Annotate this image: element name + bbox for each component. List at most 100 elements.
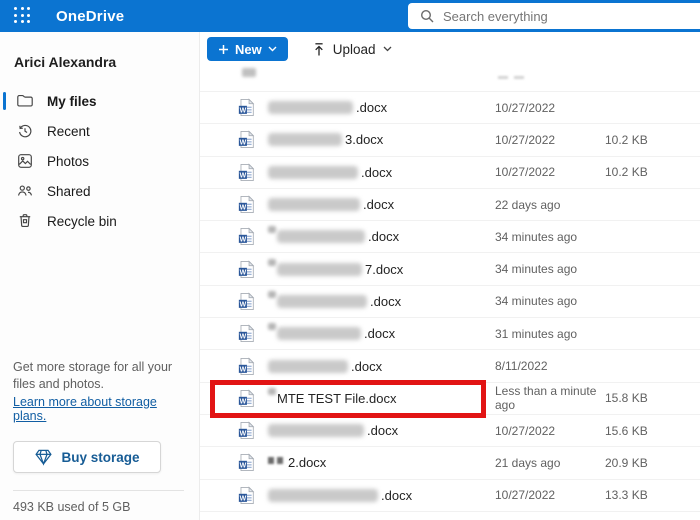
file-size: 10.2 KB [605,133,700,147]
file-name-cell: .docx [268,326,495,341]
buy-storage-button[interactable]: Buy storage [13,441,161,473]
file-date: 22 days ago [495,198,605,212]
svg-text:W: W [240,301,247,308]
photos-icon [16,152,34,170]
file-name-cell: .docx [268,100,495,115]
search-box[interactable] [408,3,700,29]
svg-text:W: W [240,107,247,114]
file-row[interactable]: W 3.docx 10/27/2022 10.2 KB [200,124,700,156]
redacted-name-blur [277,230,365,243]
file-name-cell: .docx [268,423,495,438]
file-name: .docx [356,100,387,115]
file-size: 13.3 KB [605,488,700,502]
word-doc-icon: W [238,260,255,279]
command-bar: New Upload [200,32,700,66]
word-doc-icon: W [238,130,255,149]
redacted-name-blur [277,295,367,308]
trash-icon [16,212,34,230]
file-name: 3.docx [345,132,383,147]
svg-text:W: W [240,333,247,340]
partial-date-blur [498,76,508,79]
word-doc-icon: W [238,163,255,182]
file-name: .docx [363,197,394,212]
file-row[interactable]: W .docx 10/27/2022 [200,92,700,124]
file-date: Less than a minute ago [495,384,605,412]
superscript-mark [268,323,276,330]
superscript-mark [268,259,276,266]
file-row[interactable]: W 7.docx 34 minutes ago [200,253,700,285]
new-button[interactable]: New [207,37,288,61]
word-doc-icon: W [238,357,255,376]
file-name: .docx [368,229,399,244]
sidebar-item-label: Photos [47,154,89,169]
sidebar-item-label: Recycle bin [47,214,117,229]
file-name-cell: 2.docx [268,455,495,470]
top-app-bar: OneDrive [0,0,700,32]
file-date: 8/11/2022 [495,359,605,373]
word-doc-icon: W [238,421,255,440]
file-row[interactable]: W .docx 31 minutes ago [200,318,700,350]
file-name-cell: .docx [268,359,495,374]
upload-button[interactable]: Upload [312,42,392,57]
redacted-name-blur [268,198,360,211]
svg-text:W: W [240,172,247,179]
file-date: 34 minutes ago [495,230,605,244]
word-doc-icon: W [238,389,255,408]
svg-text:W: W [240,237,247,244]
file-row[interactable]: W MTE TEST File.docx Less than a minute … [200,383,700,415]
file-date: 10/27/2022 [495,424,605,438]
file-row[interactable]: W .docx 34 minutes ago [200,221,700,253]
svg-text:W: W [240,398,247,405]
file-name: .docx [370,294,401,309]
file-size: 15.8 KB [605,391,700,405]
file-name: .docx [364,326,395,341]
buy-storage-label: Buy storage [61,450,139,465]
file-row[interactable]: W 2.docx 21 days ago 20.9 KB [200,447,700,479]
word-doc-icon: W [238,227,255,246]
sidebar-item-shared[interactable]: Shared [0,176,199,206]
user-name: Arici Alexandra [14,54,199,70]
folder-icon [16,92,34,110]
search-icon [420,9,434,23]
file-row[interactable]: W .docx 34 minutes ago [200,286,700,318]
file-name: .docx [367,423,398,438]
app-launcher-icon[interactable] [14,7,32,25]
file-date: 31 minutes ago [495,327,605,341]
storage-plans-link[interactable]: Learn more about storage plans. [13,395,184,423]
sidebar-item-photos[interactable]: Photos [0,146,199,176]
upload-button-label: Upload [333,42,376,57]
redacted-name-blur [268,360,348,373]
svg-text:W: W [240,204,247,211]
file-name: 7.docx [365,262,403,277]
sidebar-nav: My files Recent [0,86,199,236]
file-name-cell: .docx [268,165,495,180]
file-name-cell: 7.docx [268,262,495,277]
history-icon [16,122,34,140]
redacted-name-blur [268,166,358,179]
svg-text:W: W [240,463,247,470]
word-doc-icon: W [238,324,255,343]
file-size: 10.2 KB [605,165,700,179]
sidebar-item-recycle-bin[interactable]: Recycle bin [0,206,199,236]
file-row[interactable]: W .docx 10/27/2022 15.6 KB [200,415,700,447]
file-row[interactable]: W .docx 10/27/2022 13.3 KB [200,480,700,512]
sidebar-item-recent[interactable]: Recent [0,116,199,146]
onedrive-window: OneDrive Arici Alexandra My files [0,0,700,520]
file-row-partial[interactable] [200,66,700,92]
svg-text:W: W [240,430,247,437]
diamond-icon [34,448,53,466]
svg-text:W: W [240,140,247,147]
file-name-cell: MTE TEST File.docx [268,391,495,406]
search-input[interactable] [443,9,643,24]
new-button-label: New [235,42,262,57]
sidebar-item-my-files[interactable]: My files [0,86,199,116]
file-row[interactable]: W .docx 10/27/2022 10.2 KB [200,157,700,189]
redacted-name-blur [268,133,342,146]
svg-text:W: W [240,269,247,276]
file-name-cell: 3.docx [268,132,495,147]
redacted-name-blur [277,327,361,340]
file-date: 34 minutes ago [495,262,605,276]
file-row[interactable]: W .docx 8/11/2022 [200,350,700,382]
file-row[interactable]: W .docx 22 days ago [200,189,700,221]
file-name: .docx [361,165,392,180]
